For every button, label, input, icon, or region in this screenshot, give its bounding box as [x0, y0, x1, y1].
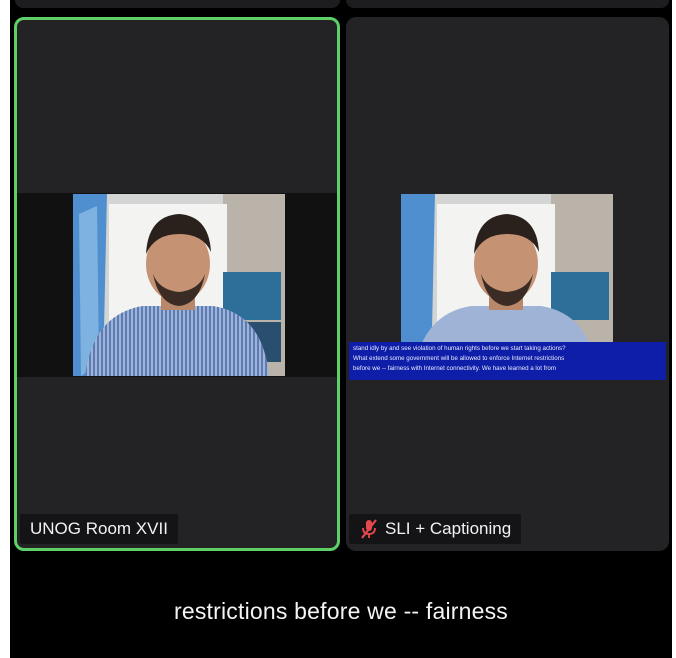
- speaker-video-frame: [73, 194, 285, 376]
- previous-tile-edge: [346, 0, 669, 8]
- participant-name: SLI + Captioning: [385, 519, 512, 538]
- video-tile-sli-captioning[interactable]: stand idly by and see violation of human…: [346, 17, 669, 551]
- participant-name-tag: SLI + Captioning: [349, 514, 522, 544]
- caption-line: stand idly by and see violation of human…: [353, 345, 566, 352]
- participant-name-tag: UNOG Room XVII: [20, 514, 178, 544]
- participant-name: UNOG Room XVII: [30, 519, 168, 538]
- video-tile-unog-room[interactable]: UNOG Room XVII: [14, 17, 340, 551]
- meeting-stage: UNOG Room XVII stand idly by and see vio…: [10, 0, 672, 658]
- sign-language-caption-overlay: stand idly by and see violation of human…: [349, 342, 666, 380]
- live-caption-text: restrictions before we -- fairness: [173, 598, 509, 624]
- muted-microphone-icon: [359, 518, 379, 540]
- previous-tile-edge: [15, 0, 340, 8]
- caption-line: before we -- fairness with Internet conn…: [353, 365, 557, 372]
- speaker-video: [73, 194, 285, 376]
- caption-line: What extend some government will be allo…: [353, 355, 565, 362]
